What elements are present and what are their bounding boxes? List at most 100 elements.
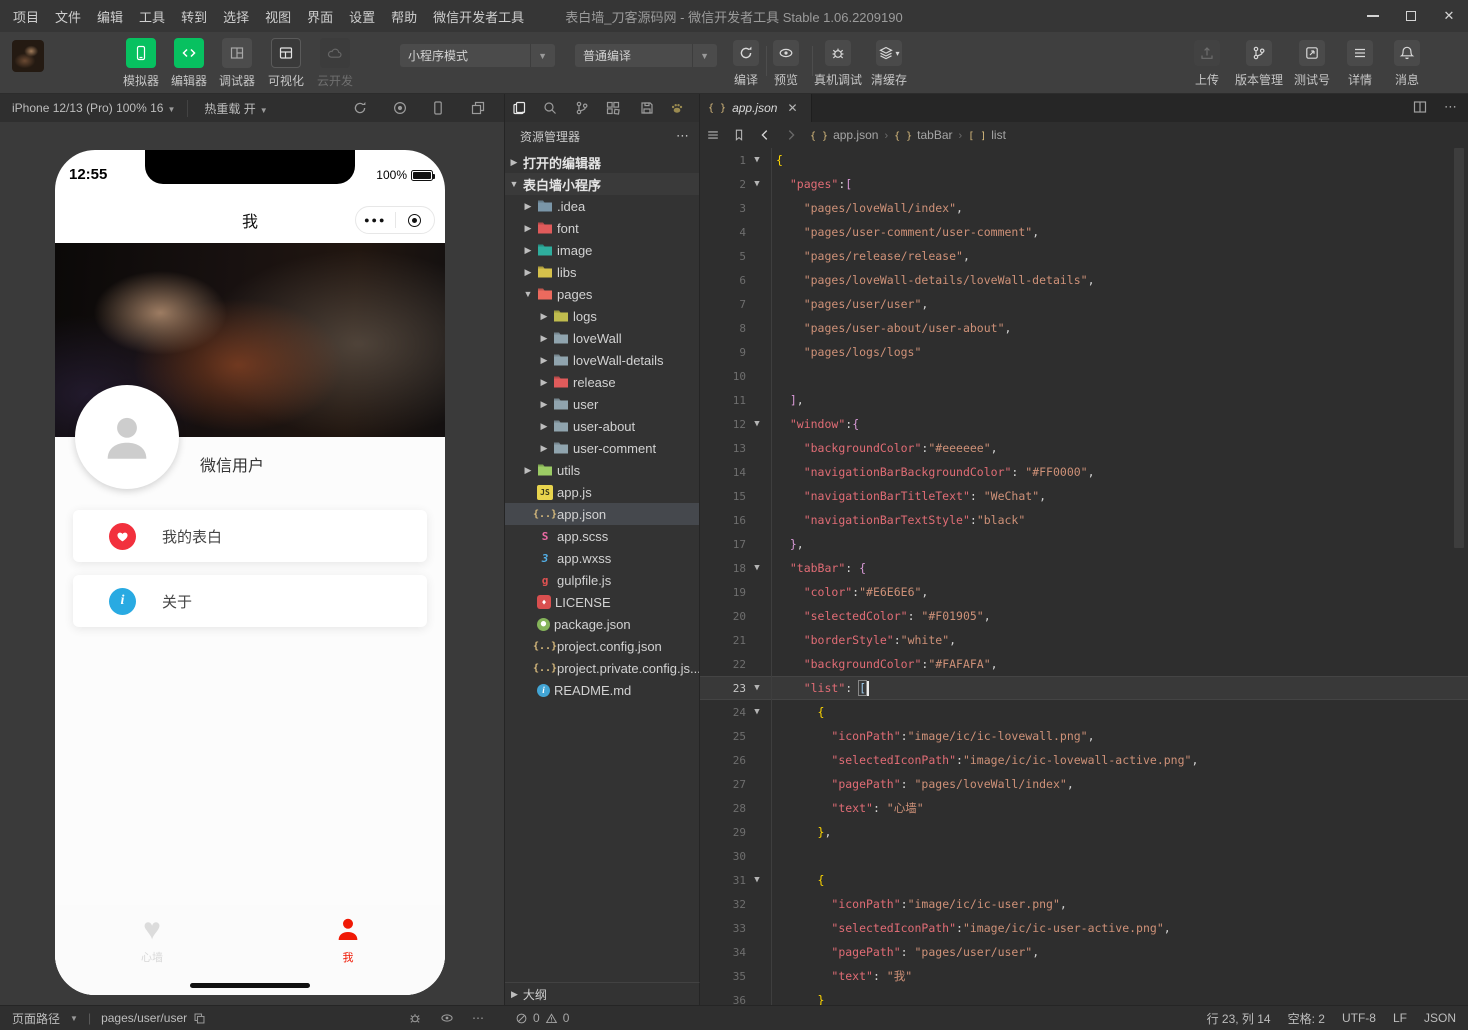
preview-button[interactable]: 预览 [759,40,813,88]
problems-indicator[interactable]: 0 0 [515,1011,569,1025]
status-segment[interactable]: UTF-8 [1342,1011,1376,1025]
more-dots-icon[interactable]: ⋯ [472,1011,485,1025]
menu-item[interactable]: 设置 [346,5,378,28]
save-icon[interactable] [637,99,657,117]
record-icon[interactable] [390,99,410,117]
version-control-button[interactable]: 版本管理 [1232,40,1286,88]
breadcrumb-item[interactable]: app.json [833,128,878,142]
tree-item-app.wxss[interactable]: 3app.wxss [505,547,700,569]
fold-chevron-icon[interactable]: ▼ [746,419,768,429]
tree-item-user[interactable]: ▶user [505,393,700,415]
vconsole-bug-icon[interactable] [408,1011,422,1025]
breadcrumb-item[interactable]: list [991,128,1006,142]
fold-chevron-icon[interactable]: ▼ [746,707,768,717]
status-segment[interactable]: JSON [1424,1011,1456,1025]
menu-card-about[interactable]: i关于 [73,575,427,627]
status-segment[interactable]: 行 23, 列 14 [1207,1010,1271,1027]
tree-item-app.js[interactable]: JSapp.js [505,481,700,503]
tree-item-loveWall[interactable]: ▶loveWall [505,327,700,349]
open-editors-section[interactable]: ▶ 打开的编辑器 [505,151,700,173]
mode-select[interactable]: 小程序模式 ▼ [400,44,555,67]
capsule-button[interactable]: ●●● [355,206,435,234]
menu-item[interactable]: 微信开发者工具 [430,5,527,28]
tree-item-project.private.config.js...[interactable]: {..}project.private.config.js... [505,657,700,679]
menu-item[interactable]: 项目 [10,5,42,28]
details-button[interactable]: 详情 [1333,40,1387,88]
phone-tab-love-wall[interactable]: ♥心墙 [92,913,212,965]
phone-tab-me[interactable]: 我 [288,913,408,965]
remote-debug-button[interactable]: 真机调试 [811,40,865,88]
tree-item-app.scss[interactable]: Sapp.scss [505,525,700,547]
detach-window-icon[interactable] [468,99,488,117]
menu-item[interactable]: 文件 [52,5,84,28]
tree-item-logs[interactable]: ▶logs [505,305,700,327]
fold-chevron-icon[interactable]: ▼ [746,683,768,693]
tree-item-user-about[interactable]: ▶user-about [505,415,700,437]
editor-scrollbar[interactable] [1454,148,1464,548]
tree-item-pages[interactable]: ▼pages [505,283,700,305]
code-area[interactable]: 1▼{2▼ "pages":[3 "pages/loveWall/index",… [700,148,1468,1005]
visibility-eye-icon[interactable] [440,1011,454,1025]
tree-item-.idea[interactable]: ▶.idea [505,195,700,217]
search-icon[interactable] [540,99,560,117]
menu-item[interactable]: 转到 [178,5,210,28]
home-target-icon[interactable] [396,207,435,233]
tree-item-image[interactable]: ▶image [505,239,700,261]
device-frame-icon[interactable] [428,99,448,117]
tree-item-font[interactable]: ▶font [505,217,700,239]
compile-mode-select[interactable]: 普通编译 ▼ [575,44,717,67]
tree-item-project.config.json[interactable]: {..}project.config.json [505,635,700,657]
user-avatar[interactable] [75,385,179,489]
fold-chevron-icon[interactable]: ▼ [746,155,768,165]
page-path-control[interactable]: 页面路径 ▼ | pages/user/user [0,1010,206,1027]
close-icon[interactable]: ✕ [1430,0,1468,32]
tree-item-release[interactable]: ▶release [505,371,700,393]
debugger-button[interactable]: 调试器 [213,38,261,89]
tree-item-libs[interactable]: ▶libs [505,261,700,283]
menu-item[interactable]: 帮助 [388,5,420,28]
files-icon[interactable] [509,99,529,117]
menu-item[interactable]: 视图 [262,5,294,28]
tree-item-LICENSE[interactable]: ♦LICENSE [505,591,700,613]
menu-item[interactable]: 选择 [220,5,252,28]
menu-item[interactable]: 编辑 [94,5,126,28]
menu-item[interactable]: 工具 [136,5,168,28]
messages-button[interactable]: 消息 [1380,40,1434,88]
more-actions-icon[interactable]: ⋯ [676,128,690,144]
breadcrumb-item[interactable]: tabBar [917,128,952,142]
avatar[interactable] [12,40,44,72]
forward-arrow-icon[interactable] [784,128,798,142]
outline-section[interactable]: ▶ 大纲 [505,982,700,1005]
visualizer-button[interactable]: 可视化 [262,38,310,89]
status-segment[interactable]: 空格: 2 [1288,1010,1325,1027]
split-editor-icon[interactable] [1412,99,1428,115]
clear-cache-button[interactable]: ▾清缓存 [862,40,916,88]
more-dots-icon[interactable]: ●●● [356,207,395,233]
extensions-icon[interactable] [603,99,623,117]
status-segment[interactable]: LF [1393,1011,1407,1025]
tree-item-user-comment[interactable]: ▶user-comment [505,437,700,459]
tree-item-package.json[interactable]: ●package.json [505,613,700,635]
editor-button[interactable]: 编辑器 [165,38,213,89]
fold-chevron-icon[interactable]: ▼ [746,179,768,189]
git-branch-icon[interactable] [572,99,592,117]
copy-icon[interactable] [193,1012,206,1025]
tree-item-loveWall-details[interactable]: ▶loveWall-details [505,349,700,371]
menu-card-my-confession[interactable]: 我的表白 [73,510,427,562]
cloud-dev-button[interactable]: 云开发 [311,38,359,89]
fold-chevron-icon[interactable]: ▼ [746,563,768,573]
more-actions-icon[interactable]: ⋯ [1444,99,1458,115]
code-editor[interactable]: { }app.json›{ }tabBar›[ ]list 1▼{2▼ "pag… [700,122,1468,1005]
hot-reload-toggle[interactable]: 热重载 开▼ [187,100,267,117]
bookmark-icon[interactable] [732,128,746,142]
rotate-icon[interactable] [350,99,370,117]
tab-app-json[interactable]: { } app.json ✕ [700,94,812,122]
tree-item-gulpfile.js[interactable]: ggulpfile.js [505,569,700,591]
phone-preview[interactable]: 12:55 100% 我 ●●● 微信用户 我的表白i关于 ♥心墙我 [55,150,445,995]
fold-chevron-icon[interactable]: ▼ [746,875,768,885]
tree-item-README.md[interactable]: iREADME.md [505,679,700,701]
device-selector[interactable]: iPhone 12/13 (Pro) 100% 16▼ [0,101,175,115]
test-account-button[interactable]: 测试号 [1285,40,1339,88]
upload-button[interactable]: 上传 [1180,40,1234,88]
back-arrow-icon[interactable] [758,128,772,142]
